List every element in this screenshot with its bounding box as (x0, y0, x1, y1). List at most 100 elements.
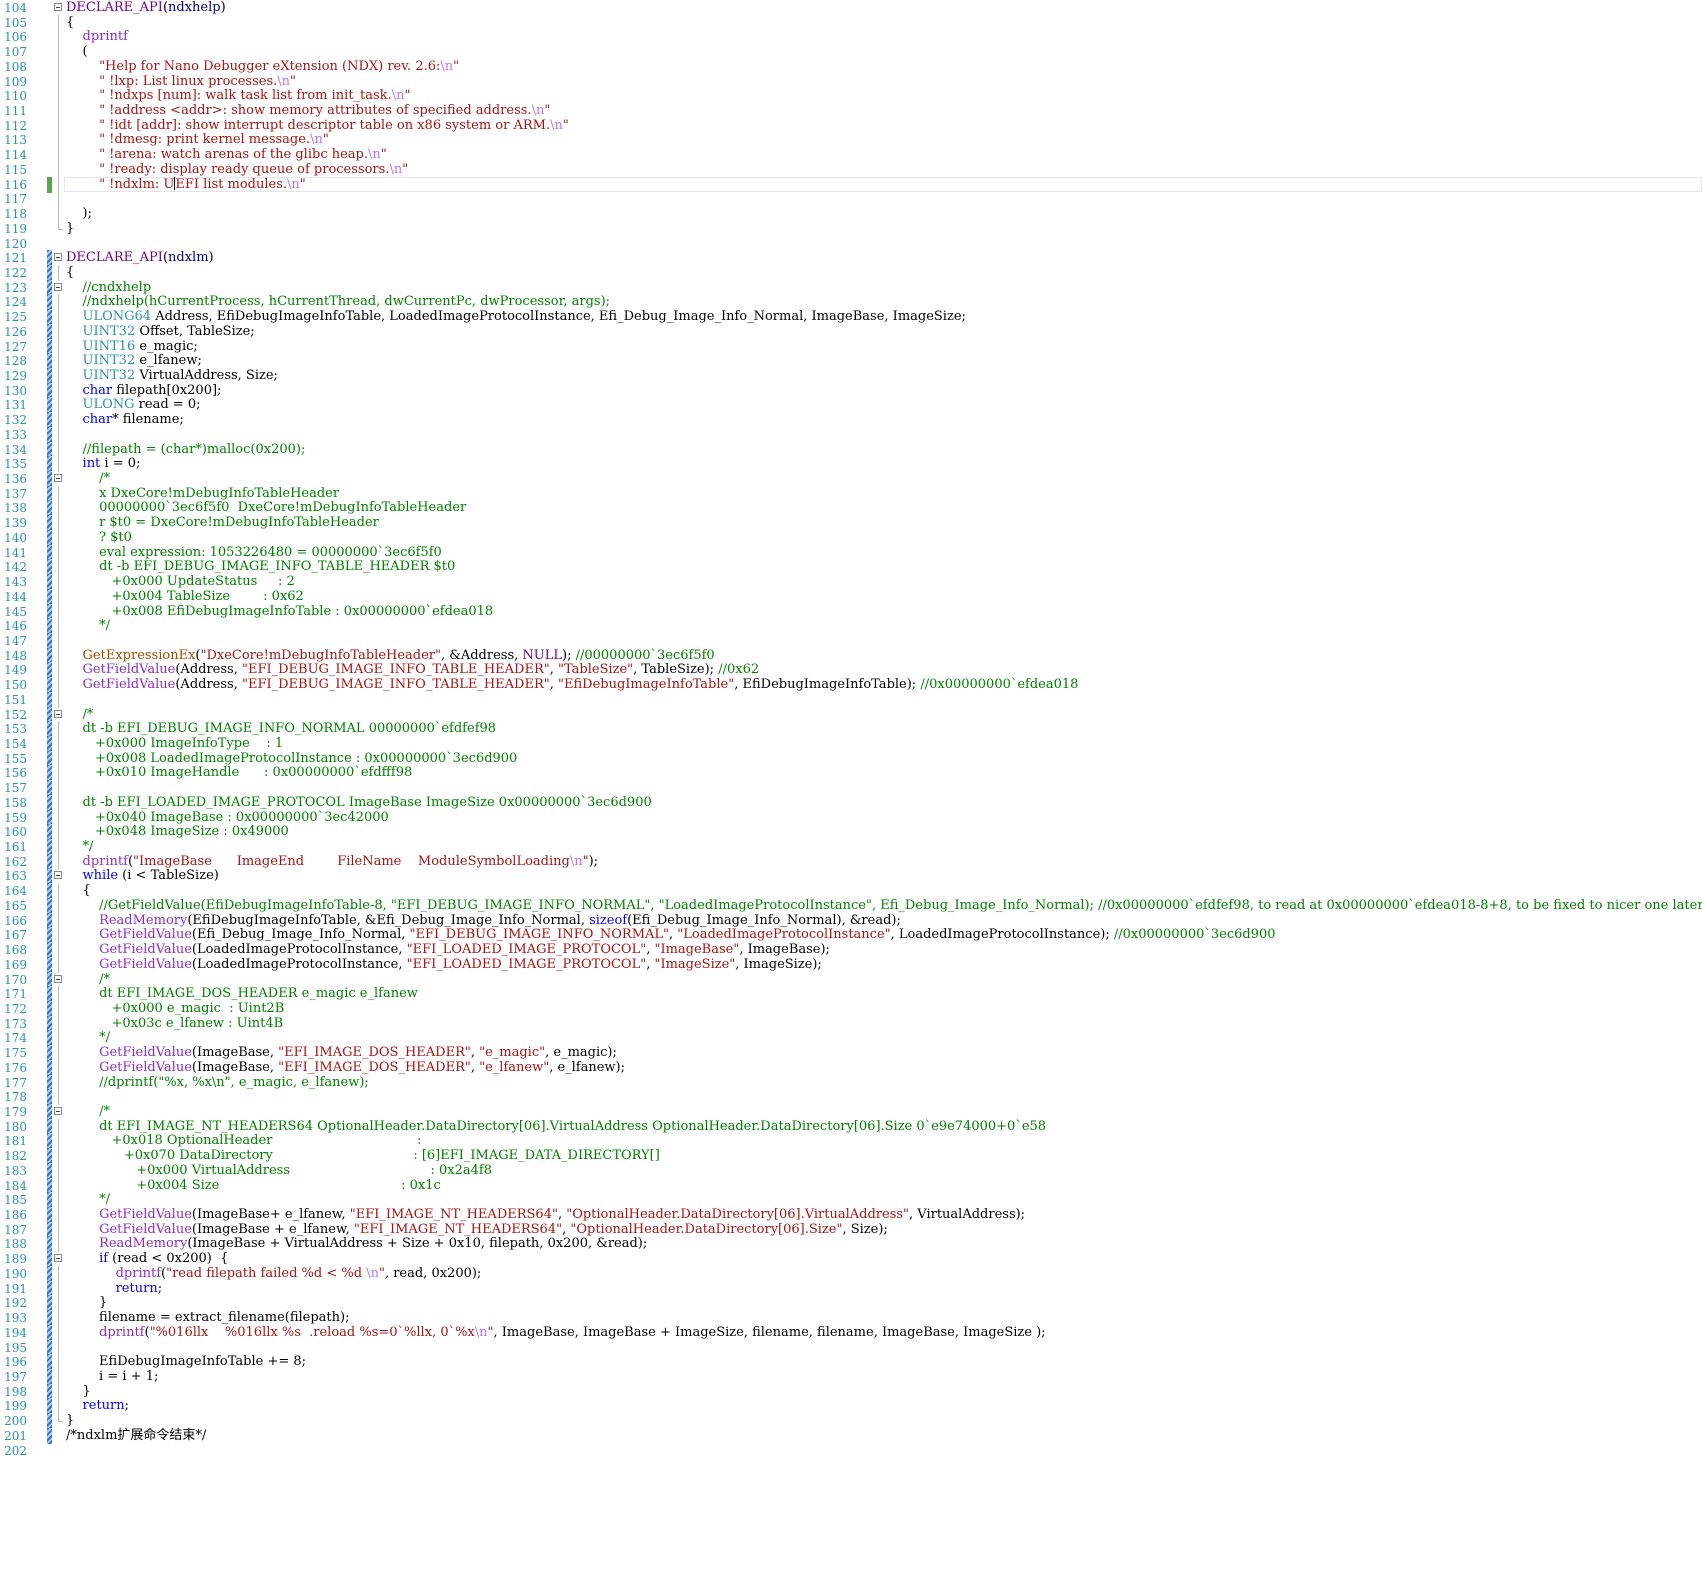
code-line[interactable]: 149 GetFieldValue(Address, "EFI_DEBUG_IM… (0, 662, 1702, 679)
code-line[interactable]: 197 i = i + 1; (0, 1368, 1702, 1385)
code-text[interactable]: char filepath[0x200]; (66, 383, 222, 399)
code-line[interactable]: 185 */ (0, 1192, 1702, 1209)
code-line[interactable]: 115 " !ready: display ready queue of pro… (0, 161, 1702, 178)
code-line[interactable]: 157 (0, 780, 1702, 797)
code-line[interactable]: 188 ReadMemory(ImageBase + VirtualAddres… (0, 1236, 1702, 1253)
code-text[interactable]: " !idt [addr]: show interrupt descriptor… (66, 118, 569, 134)
code-line[interactable]: 136 /* (0, 471, 1702, 488)
code-line[interactable]: 142 dt -b EFI_DEBUG_IMAGE_INFO_TABLE_HEA… (0, 559, 1702, 576)
code-line[interactable]: 191 return; (0, 1280, 1702, 1297)
code-text[interactable]: } (66, 221, 74, 237)
code-text[interactable]: { (66, 15, 74, 31)
code-line[interactable]: 120 (0, 236, 1702, 252)
code-text[interactable]: +0x004 Size : 0x1c (66, 1178, 441, 1194)
code-text[interactable]: GetFieldValue(LoadedImageProtocolInstanc… (66, 942, 830, 958)
code-text[interactable]: dt EFI_IMAGE_NT_HEADERS64 OptionalHeader… (66, 1119, 1046, 1135)
code-text[interactable]: UINT32 VirtualAddress, Size; (66, 368, 278, 384)
code-line[interactable]: 184 +0x004 Size : 0x1c (0, 1177, 1702, 1194)
code-text[interactable]: dt -b EFI_DEBUG_IMAGE_INFO_TABLE_HEADER … (66, 559, 455, 575)
code-line[interactable]: 129 UINT32 VirtualAddress, Size; (0, 368, 1702, 384)
code-text[interactable]: */ (66, 1030, 110, 1046)
code-line[interactable]: 141 eval expression: 1053226480 = 000000… (0, 544, 1702, 561)
code-line[interactable]: 158 dt -b EFI_LOADED_IMAGE_PROTOCOL Imag… (0, 794, 1702, 811)
code-line[interactable]: 178 (0, 1089, 1702, 1106)
code-text[interactable]: } (66, 1295, 107, 1311)
code-line[interactable]: 114 " !arena: watch arenas of the glibc … (0, 147, 1702, 164)
code-line[interactable]: 108 "Help for Nano Debugger eXtension (N… (0, 58, 1702, 75)
code-text[interactable]: " !address <addr>: show memory attribute… (66, 103, 550, 119)
code-text[interactable]: /* (66, 1104, 110, 1120)
code-line[interactable]: 156 +0x010 ImageHandle : 0x00000000`efdf… (0, 765, 1702, 782)
code-text[interactable]: dprintf (66, 29, 128, 45)
code-line[interactable]: 104 DECLARE_API(ndxhelp) (0, 0, 1702, 16)
code-line[interactable]: 137 x DxeCore!mDebugInfoTableHeader (0, 485, 1702, 502)
code-text[interactable]: { (66, 265, 74, 281)
code-text[interactable]: //GetFieldValue(EfiDebugImageInfoTable-8… (66, 898, 1702, 914)
code-text[interactable]: if (read < 0x200) { (66, 1251, 228, 1267)
code-editor[interactable]: 104 DECLARE_API(ndxhelp) 105{106 dprintf 10… (0, 0, 1702, 1573)
code-text[interactable]: /* (66, 972, 110, 988)
code-text[interactable]: /*ndxlm扩展命令结束*/ (66, 1428, 206, 1444)
collapse-icon[interactable] (54, 1254, 62, 1263)
code-text[interactable]: */ (66, 618, 110, 634)
code-line[interactable]: 138 00000000`3ec6f5f0 DxeCore!mDebugInfo… (0, 500, 1702, 517)
collapse-icon[interactable] (54, 1107, 62, 1115)
code-text[interactable]: " !dmesg: print kernel message.\n" (66, 132, 329, 148)
code-text[interactable]: UINT32 Offset, TableSize; (66, 324, 255, 340)
code-text[interactable]: r $t0 = DxeCore!mDebugInfoTableHeader (66, 515, 379, 531)
code-line[interactable]: 200} (0, 1413, 1702, 1430)
collapse-icon[interactable] (54, 282, 62, 291)
code-line[interactable]: 112 " !idt [addr]: show interrupt descri… (0, 117, 1702, 134)
code-line[interactable]: 133 (0, 426, 1702, 443)
code-line[interactable]: 109 " !lxp: List linux processes.\n" (0, 73, 1702, 90)
code-line[interactable]: 161 */ (0, 839, 1702, 856)
code-text[interactable]: " !lxp: List linux processes.\n" (66, 74, 296, 90)
code-text[interactable]: dprintf("read filepath failed %d < %d \n… (66, 1266, 482, 1282)
code-line[interactable]: 126 UINT32 Offset, TableSize; (0, 323, 1702, 340)
code-text[interactable]: +0x070 DataDirectory : [6]EFI_IMAGE_DATA… (66, 1148, 660, 1164)
code-line[interactable]: 166 ReadMemory(EfiDebugImageInfoTable, &… (0, 912, 1702, 929)
code-text[interactable]: ? $t0 (66, 530, 132, 546)
code-line[interactable]: 168 GetFieldValue(LoadedImageProtocolIns… (0, 942, 1702, 959)
code-line[interactable]: 144 +0x004 TableSize : 0x62 (0, 588, 1702, 605)
code-line[interactable]: 107 ( (0, 44, 1702, 61)
collapse-icon[interactable] (54, 3, 62, 11)
code-text[interactable]: //ndxhelp(hCurrentProcess, hCurrentThrea… (66, 294, 611, 310)
code-line[interactable]: 171 dt EFI_IMAGE_DOS_HEADER e_magic e_lf… (0, 986, 1702, 1003)
code-text[interactable]: +0x018 OptionalHeader : (66, 1133, 421, 1149)
code-text[interactable]: " !ready: display ready queue of process… (66, 162, 408, 178)
code-line[interactable]: 121 DECLARE_API(ndxlm) (0, 250, 1702, 267)
collapse-icon[interactable] (54, 974, 62, 983)
code-line[interactable]: 150 GetFieldValue(Address, "EFI_DEBUG_IM… (0, 677, 1702, 694)
code-text[interactable]: //filepath = (char*)malloc(0x200); (66, 442, 306, 458)
code-line[interactable]: 170 /* (0, 971, 1702, 988)
code-text[interactable]: while (i < TableSize) (66, 868, 219, 884)
code-text[interactable]: dprintf("ImageBase ImageEnd FileName Mod… (66, 854, 599, 870)
collapse-icon[interactable] (54, 253, 62, 262)
code-line[interactable]: 151 (0, 691, 1702, 708)
code-line[interactable]: 125 ULONG64 Address, EfiDebugImageInfoTa… (0, 309, 1702, 326)
code-text[interactable]: +0x000 VirtualAddress : 0x2a4f8 (66, 1163, 492, 1179)
code-line[interactable]: 201 /*ndxlm扩展命令结束*/ (0, 1427, 1702, 1444)
code-text[interactable]: int i = 0; (66, 456, 141, 472)
code-line[interactable]: 159 +0x040 ImageBase : 0x00000000`3ec420… (0, 809, 1702, 826)
code-text[interactable]: char* filename; (66, 412, 184, 428)
code-text[interactable]: DECLARE_API(ndxlm) (66, 250, 214, 266)
code-text[interactable]: EfiDebugImageInfoTable += 8; (66, 1354, 306, 1370)
collapse-icon[interactable] (54, 474, 62, 483)
code-text[interactable]: +0x010 ImageHandle : 0x00000000`efdfff98 (66, 765, 412, 781)
code-text[interactable]: } (66, 1384, 91, 1400)
code-text[interactable]: */ (66, 839, 94, 855)
code-line[interactable]: 190 dprintf("read filepath failed %d < %… (0, 1265, 1702, 1282)
code-line[interactable]: 134 //filepath = (char*)malloc(0x200); (0, 441, 1702, 458)
code-line[interactable]: 195 (0, 1339, 1702, 1356)
code-line[interactable]: 186 GetFieldValue(ImageBase+ e_lfanew, "… (0, 1207, 1702, 1224)
code-line[interactable]: 111 " !address <addr>: show memory attri… (0, 103, 1702, 120)
code-line[interactable]: 131 ULONG read = 0; (0, 397, 1702, 414)
code-line[interactable]: 163 while (i < TableSize) (0, 868, 1702, 885)
code-text[interactable]: GetFieldValue(Address, "EFI_DEBUG_IMAGE_… (66, 677, 1079, 693)
code-line[interactable]: 123 //cndxhelp (0, 279, 1702, 296)
code-text[interactable]: +0x048 ImageSize : 0x49000 (66, 824, 289, 840)
code-text[interactable]: " !arena: watch arenas of the glibc heap… (66, 147, 387, 163)
code-line[interactable]: 119} (0, 220, 1702, 237)
